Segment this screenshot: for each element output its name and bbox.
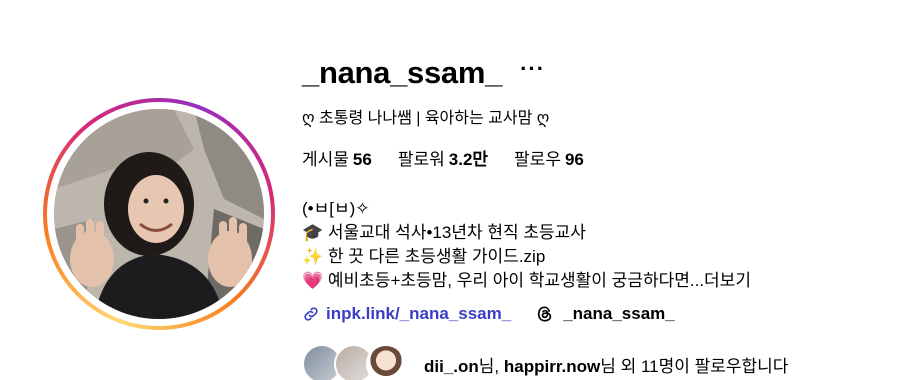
bio-more-link[interactable]: 더보기 xyxy=(704,271,751,290)
stat-followers[interactable]: 팔로워 3.2만 xyxy=(398,145,488,170)
threads-link-text: _nana_ssam_ xyxy=(563,304,675,323)
profile-links: inpk.link/_nana_ssam_ _nana_ssam_ xyxy=(302,304,675,324)
stat-value: 56 xyxy=(352,150,372,169)
stat-label: 게시물 xyxy=(302,150,349,169)
profile-avatar-story-ring[interactable] xyxy=(43,98,275,330)
username-row: _nana_ssam_ ··· xyxy=(302,55,545,91)
avatar-photo-illustration xyxy=(54,109,264,319)
followed-by-rest: 님 외 11명이 팔로우합니다 xyxy=(600,356,789,376)
avatar-gap xyxy=(47,102,271,326)
threads-icon xyxy=(538,306,552,322)
followed-by-text: dii_.on님, happirr.now님 외 11명이 팔로우합니다 xyxy=(424,352,788,377)
follower-avatar xyxy=(366,344,406,380)
stat-value: 96 xyxy=(564,150,584,169)
bio-line: ✨ 한 끗 다른 초등생활 가이드.zip xyxy=(302,247,546,266)
bio-line: 🎓 서울교대 석사•13년차 현직 초등교사 xyxy=(302,223,586,242)
followed-by-separator: 님, xyxy=(478,356,504,376)
bio-line-last: 💗 예비초등+초등맘, 우리 아이 학교생활이 궁금하다면...더보기 xyxy=(302,269,751,293)
avatar[interactable] xyxy=(54,109,264,319)
stat-value: 3.2만 xyxy=(448,150,489,169)
bio-line-text: 💗 예비초등+초등맘, 우리 아이 학교생활이 궁금하다면... xyxy=(302,271,705,290)
follower-avatars xyxy=(302,344,406,380)
threads-link[interactable]: _nana_ssam_ xyxy=(535,304,675,324)
stat-label: 팔로우 xyxy=(514,150,561,169)
profile-bio: (•ㅂ[ㅂ)✧ 🎓 서울교대 석사•13년차 현직 초등교사 ✨ 한 끗 다른 … xyxy=(302,197,751,293)
stat-posts[interactable]: 게시물 56 xyxy=(302,145,372,170)
website-link-text: inpk.link/_nana_ssam_ xyxy=(326,304,512,323)
follower-name: dii_.on xyxy=(424,356,479,376)
link-icon xyxy=(304,307,318,321)
more-horizontal-icon[interactable]: ··· xyxy=(520,58,545,80)
stat-label: 팔로워 xyxy=(397,150,445,169)
follower-name: happirr.now xyxy=(503,356,601,376)
followed-by-row[interactable]: dii_.on님, happirr.now님 외 11명이 팔로우합니다 xyxy=(302,344,788,380)
profile-username: _nana_ssam_ xyxy=(302,55,503,90)
bio-line: (•ㅂ[ㅂ)✧ xyxy=(302,199,370,218)
profile-stats: 게시물 56 팔로워 3.2만 팔로우 96 xyxy=(302,145,610,170)
profile-full-name: ღ 초통령 나나쌤 | 육아하는 교사맘 ღ xyxy=(302,110,550,127)
stat-following[interactable]: 팔로우 96 xyxy=(514,145,584,170)
website-link[interactable]: inpk.link/_nana_ssam_ xyxy=(302,304,511,324)
